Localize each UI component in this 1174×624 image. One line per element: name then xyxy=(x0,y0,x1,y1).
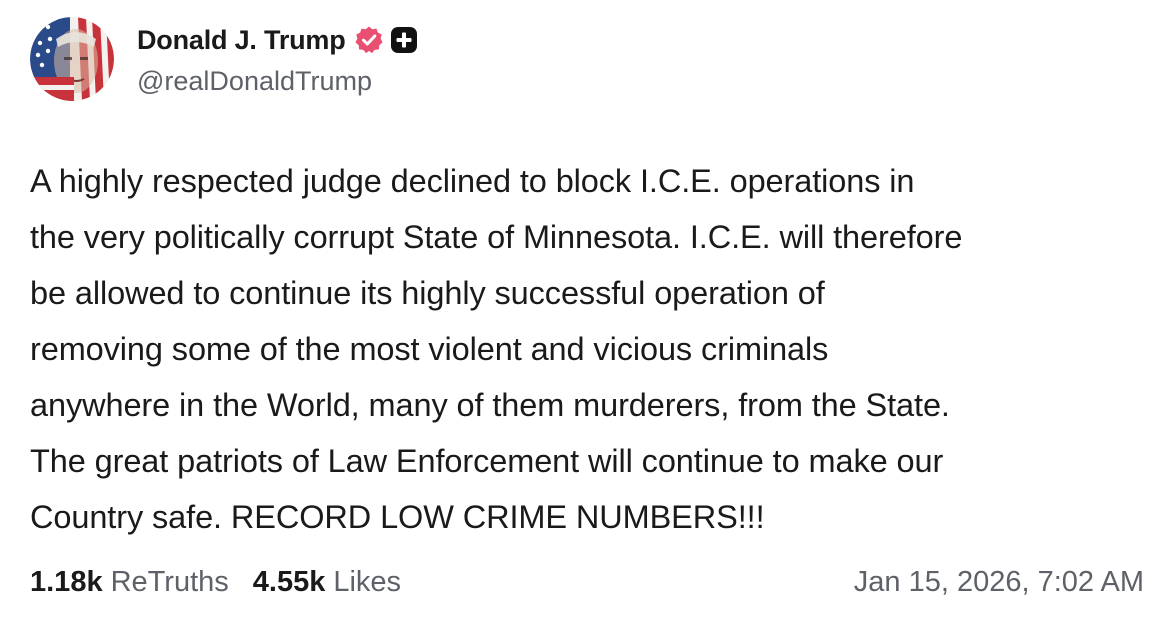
flag-portrait-icon xyxy=(30,17,114,101)
plus-badge-icon xyxy=(390,26,418,54)
likes-label: Likes xyxy=(333,565,402,598)
post-body-line: the very politically corrupt State of Mi… xyxy=(30,219,963,255)
author-display-name[interactable]: Donald J. Trump xyxy=(137,25,346,56)
post-body-line: anywhere in the World, many of them murd… xyxy=(30,387,950,423)
post-body-line: removing some of the most violent and vi… xyxy=(30,331,829,367)
post-body-line: The great patriots of Law Enforcement wi… xyxy=(30,443,944,479)
post-footer: 1.18k ReTruths 4.55k Likes Jan 15, 2026,… xyxy=(30,560,1144,604)
post-body: A highly respected judge declined to blo… xyxy=(30,153,1155,545)
post-body-line: be allowed to continue its highly succes… xyxy=(30,275,825,311)
retruths-count: 1.18k xyxy=(30,565,103,598)
likes-count: 4.55k xyxy=(252,565,326,598)
retruths-stat[interactable]: 1.18k ReTruths xyxy=(30,566,229,599)
avatar[interactable] xyxy=(30,17,114,101)
truth-post: Donald J. Trump @realDonaldTrump A highl… xyxy=(0,0,1174,624)
post-body-line: A highly respected judge declined to blo… xyxy=(30,163,915,199)
verified-badge-icon xyxy=(354,25,384,55)
author-name-row: Donald J. Trump xyxy=(137,22,418,58)
post-body-line: Country safe. RECORD LOW CRIME NUMBERS!!… xyxy=(30,499,765,535)
author-handle[interactable]: @realDonaldTrump xyxy=(137,66,372,97)
retruths-label: ReTruths xyxy=(110,565,229,598)
likes-stat[interactable]: 4.55k Likes xyxy=(253,566,401,599)
post-timestamp[interactable]: Jan 15, 2026, 7:02 AM xyxy=(854,566,1144,599)
